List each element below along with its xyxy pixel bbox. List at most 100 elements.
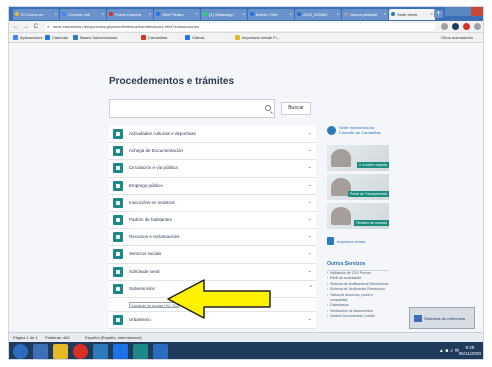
otros-servizos-item[interactable]: Xestión Documentos Contrib [327, 314, 389, 320]
tab-favicon-icon [62, 12, 66, 16]
chevron-down-icon[interactable]: ⌄ [308, 199, 312, 205]
browser-tab[interactable]: 2020_000060 × [295, 9, 341, 20]
close-window-button[interactable] [471, 7, 483, 16]
search-input[interactable] [109, 99, 275, 118]
chevron-down-icon[interactable]: ⌄ [308, 216, 312, 222]
tab-favicon-icon [250, 12, 254, 16]
bookmark-icon [73, 35, 78, 40]
sidebar-banner[interactable]: Ir á nobre carpeta [327, 145, 389, 171]
category-icon [113, 314, 123, 325]
tab-label: Boletín Ofici [256, 12, 278, 17]
preview-label: Sistemas de referencia [424, 316, 465, 321]
category-label: Achega de Documentación [129, 148, 184, 154]
category-label: Actividades culturais e deportivas [129, 131, 196, 136]
language[interactable]: Español (España, internacional) [85, 335, 142, 340]
tab-close-icon[interactable]: × [243, 11, 245, 16]
folder-icon[interactable] [53, 344, 68, 359]
category-row[interactable]: Servizos sociais ⌄ [109, 246, 316, 264]
bookmark-item[interactable]: Calendar [52, 35, 68, 40]
category-row[interactable]: Emprego público ⌄ [109, 177, 316, 195]
extension-icon[interactable] [452, 23, 459, 30]
chevron-down-icon[interactable]: ⌄ [308, 182, 312, 188]
bookmark-item[interactable]: Galicia [192, 35, 204, 40]
browser-tab-strip: El Correo es × Chrome noti × Portal Carpeta ×… [9, 7, 483, 21]
tab-close-icon[interactable]: × [384, 11, 386, 16]
sidebar: Sede electrónica do Concello de Camariña… [327, 123, 389, 320]
sidebar-banner[interactable]: Rexistro de entrada [327, 203, 389, 229]
category-row[interactable]: Padrón de habitantes ⌄ [109, 211, 316, 230]
sede-header[interactable]: Sede electrónica do Concello de Camariña… [327, 123, 389, 145]
browser-tab[interactable]: El Correo es × [13, 9, 59, 20]
browser-tab[interactable]: Portal Carpeta × [107, 9, 153, 20]
bookmark-item[interactable]: Aplicaciones [20, 35, 42, 40]
other-bookmarks[interactable]: Otros marcadores [441, 35, 473, 40]
category-row[interactable]: Inscricións en rexistros ⌄ [109, 194, 316, 212]
chevron-down-icon[interactable]: ⌄ [308, 316, 312, 322]
tab-close-icon[interactable]: × [337, 11, 339, 16]
tab-favicon-icon [391, 12, 395, 16]
browser-tab[interactable]: Sede electr × [389, 9, 435, 20]
tab-close-icon[interactable]: × [149, 11, 151, 16]
category-row[interactable]: Recursos e reclamacións ⌄ [109, 229, 316, 247]
system-tray[interactable]: ▲ ■ ♫ ✉ [439, 348, 459, 354]
minimize-button[interactable] [445, 7, 458, 16]
new-tab-button[interactable]: + [434, 10, 443, 18]
chevron-down-icon[interactable]: ⌄ [308, 147, 312, 153]
category-row[interactable]: Actividades culturais e deportivas ⌄ [109, 126, 316, 144]
start-icon[interactable] [13, 344, 28, 359]
tab-close-icon[interactable]: × [55, 11, 57, 16]
chevron-down-icon[interactable]: ⌄ [308, 268, 312, 274]
profile-icon[interactable] [463, 23, 470, 30]
excel-icon[interactable] [133, 344, 148, 359]
otros-servizos-item[interactable]: Taboa de anuncios, portal e compartida [327, 293, 389, 304]
page-title: Procedementos e trámites [109, 76, 235, 87]
star-icon[interactable] [441, 23, 448, 30]
sede-logo-icon [327, 126, 336, 135]
edge-icon[interactable] [113, 344, 128, 359]
outlook-icon[interactable] [153, 344, 168, 359]
chevron-down-icon[interactable]: ⌄ [308, 233, 312, 239]
tab-close-icon[interactable]: × [102, 11, 104, 16]
tab-favicon-icon [156, 12, 160, 16]
explorer-icon[interactable] [33, 344, 48, 359]
window-preview[interactable]: Sistemas de referencia [409, 307, 475, 329]
impresos-link[interactable]: Impresos xerais [327, 235, 389, 249]
menu-icon[interactable] [474, 23, 481, 30]
category-row[interactable]: Achega de Documentación ⌄ [109, 143, 316, 161]
tab-close-icon[interactable]: × [290, 11, 292, 16]
forward-button[interactable]: → [22, 23, 30, 31]
category-row[interactable]: Circulación e vía pública ⌄ [109, 160, 316, 178]
category-icon [113, 146, 123, 157]
browser-tab[interactable]: Nueva pestaña × [342, 9, 388, 20]
maximize-button[interactable] [458, 7, 471, 16]
chrome-icon[interactable] [73, 344, 88, 359]
category-icon [113, 283, 123, 294]
tab-close-icon[interactable]: × [196, 11, 198, 16]
bookmark-item[interactable]: Bases Subvenciones [80, 35, 117, 40]
chevron-down-icon[interactable]: ⌄ [308, 164, 312, 170]
tab-label: Chrome noti [68, 12, 90, 17]
tab-favicon-icon [344, 12, 348, 16]
url-field[interactable]: ● sede.camarinas.net/opencms/gl/procedim… [45, 23, 435, 31]
search-button[interactable]: Buscar [281, 102, 311, 115]
browser-tab[interactable]: Ofici Pleabo × [154, 9, 200, 20]
reload-button[interactable]: C [32, 23, 40, 31]
bookmark-icon [185, 35, 190, 40]
clock[interactable]: 9:29 05/11/2020 [459, 345, 481, 357]
tab-favicon-icon [109, 12, 113, 16]
chevron-down-icon[interactable]: ⌄ [308, 250, 312, 256]
bookmark-item[interactable]: Importado desde Fi... [242, 35, 280, 40]
bookmark-item[interactable]: Camariñas [148, 35, 167, 40]
chevron-up-icon[interactable]: ^ [310, 285, 312, 291]
category-icon [113, 180, 123, 191]
browser-tab[interactable]: Chrome noti × [60, 9, 106, 20]
search-icon[interactable] [265, 105, 271, 111]
browser-tab[interactable]: Boletín Ofici × [248, 9, 294, 20]
sidebar-banner[interactable]: Portal de Transparencia [327, 174, 389, 200]
tab-close-icon[interactable]: × [431, 11, 433, 16]
chevron-down-icon[interactable]: ⌄ [308, 130, 312, 136]
browser-tab[interactable]: (1) WhatsApp × [201, 9, 247, 20]
category-icon [113, 129, 123, 139]
word-icon[interactable] [93, 344, 108, 359]
back-button[interactable]: ← [12, 23, 20, 31]
